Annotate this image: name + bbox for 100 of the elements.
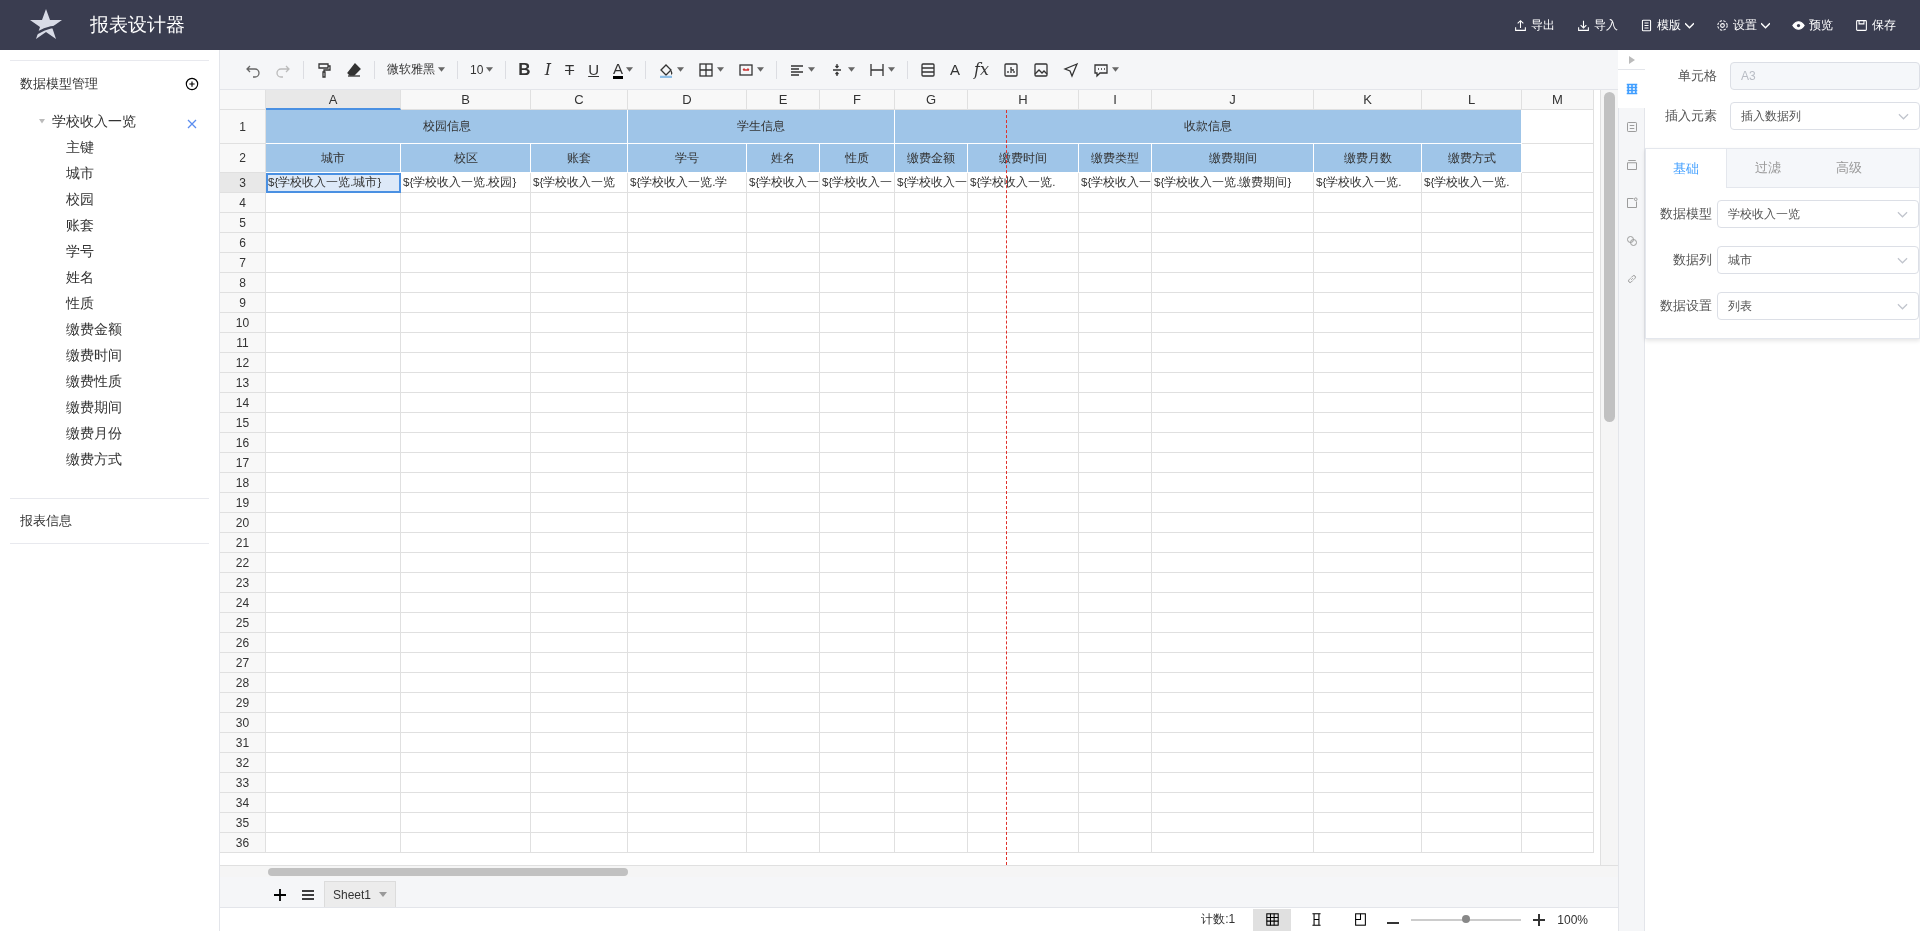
bold-button[interactable]: B: [513, 56, 536, 83]
zoom-in-button[interactable]: [1531, 911, 1548, 928]
row-header[interactable]: 27: [220, 653, 266, 673]
column-header[interactable]: K: [1314, 90, 1422, 110]
table-cell[interactable]: ${学校收入一览.城市}: [266, 173, 401, 193]
header-action-button[interactable]: 设置: [1716, 16, 1770, 34]
table-cell[interactable]: ${学校收入一览: [531, 173, 628, 193]
column-header[interactable]: I: [1079, 90, 1152, 110]
row-header[interactable]: 32: [220, 753, 266, 773]
font-family-select[interactable]: 微软雅黑: [382, 56, 450, 83]
row-header[interactable]: 23: [220, 573, 266, 593]
row-header[interactable]: 15: [220, 413, 266, 433]
table-cell[interactable]: ${学校收入一览.: [1422, 173, 1522, 193]
column-header[interactable]: E: [747, 90, 820, 110]
scrollbar-thumb[interactable]: [1604, 92, 1615, 422]
row-header[interactable]: 12: [220, 353, 266, 373]
row-header[interactable]: 3: [220, 173, 266, 193]
column-header[interactable]: M: [1522, 90, 1594, 110]
table-cell[interactable]: ${学校收入一览.: [1314, 173, 1422, 193]
remove-button[interactable]: [187, 117, 197, 127]
row-header[interactable]: 7: [220, 253, 266, 273]
dropdown-select[interactable]: 列表: [1717, 292, 1919, 320]
row-header[interactable]: 25: [220, 613, 266, 633]
row-header[interactable]: 24: [220, 593, 266, 613]
table-cell[interactable]: ${学校收入一览.缴费期间}: [1152, 173, 1314, 193]
element-select[interactable]: 插入数据列: [1730, 102, 1920, 130]
row-header[interactable]: 8: [220, 273, 266, 293]
row-header[interactable]: 5: [220, 213, 266, 233]
sheet-tab[interactable]: Sheet1: [324, 881, 397, 907]
tree-leaf[interactable]: 校园: [66, 191, 94, 207]
view-mode-button[interactable]: [1253, 908, 1292, 931]
tree-leaf[interactable]: 姓名: [66, 269, 94, 285]
header-action-button[interactable]: 导出: [1514, 16, 1555, 34]
tree-leaf[interactable]: 缴费月份: [66, 425, 122, 441]
row-header[interactable]: 14: [220, 393, 266, 413]
table-cell[interactable]: ${学校收入一: [820, 173, 895, 193]
tree-leaf[interactable]: 缴费金额: [66, 321, 122, 337]
row-header[interactable]: 35: [220, 813, 266, 833]
row-header[interactable]: 16: [220, 433, 266, 453]
row-header[interactable]: 2: [220, 144, 266, 173]
column-header[interactable]: G: [895, 90, 968, 110]
collapse-button[interactable]: [1618, 50, 1645, 70]
horizontal-scrollbar[interactable]: [220, 865, 1618, 877]
row-header[interactable]: 1: [220, 110, 266, 144]
formula-button[interactable]: fx: [969, 56, 994, 83]
row-header[interactable]: 29: [220, 693, 266, 713]
row-header[interactable]: 17: [220, 453, 266, 473]
column-header[interactable]: C: [531, 90, 628, 110]
table-cell[interactable]: ${学校收入一览.校园}: [401, 173, 531, 193]
header-action-button[interactable]: 保存: [1855, 16, 1896, 34]
row-header[interactable]: 22: [220, 553, 266, 573]
zoom-slider[interactable]: [1411, 918, 1522, 921]
column-header[interactable]: B: [401, 90, 531, 110]
font-size-select[interactable]: 10: [465, 56, 499, 83]
slider-thumb[interactable]: [1462, 914, 1471, 923]
font-color-button[interactable]: A: [608, 56, 638, 83]
header-action-button[interactable]: 预览: [1792, 16, 1833, 34]
row-header[interactable]: 13: [220, 373, 266, 393]
row-header[interactable]: 19: [220, 493, 266, 513]
row-header[interactable]: 30: [220, 713, 266, 733]
column-header[interactable]: A: [266, 90, 401, 110]
italic-button[interactable]: I: [539, 56, 556, 83]
tree-leaf[interactable]: 城市: [66, 165, 94, 181]
row-header[interactable]: 10: [220, 313, 266, 333]
tree-leaf[interactable]: 缴费性质: [66, 373, 122, 389]
row-header[interactable]: 28: [220, 673, 266, 693]
column-header[interactable]: F: [820, 90, 895, 110]
tree-leaf[interactable]: 缴费方式: [66, 451, 122, 467]
row-header[interactable]: 34: [220, 793, 266, 813]
row-header[interactable]: 21: [220, 533, 266, 553]
section-title[interactable]: 报表信息: [20, 512, 72, 530]
header-action-button[interactable]: 导入: [1577, 16, 1618, 34]
add-model-button[interactable]: [185, 76, 199, 91]
font-button[interactable]: A: [945, 56, 965, 83]
row-header[interactable]: 9: [220, 293, 266, 313]
header-action-button[interactable]: 模版: [1640, 16, 1694, 34]
side-tab[interactable]: [1618, 70, 1645, 108]
row-header[interactable]: 33: [220, 773, 266, 793]
column-header[interactable]: J: [1152, 90, 1314, 110]
row-header[interactable]: 26: [220, 633, 266, 653]
scrollbar-thumb[interactable]: [268, 868, 628, 876]
tree-node[interactable]: 学校收入一览: [52, 113, 136, 131]
table-cell[interactable]: ${学校收入一览.学: [628, 173, 747, 193]
row-header[interactable]: 20: [220, 513, 266, 533]
dropdown-select[interactable]: 城市: [1717, 246, 1919, 274]
vertical-scrollbar[interactable]: [1600, 90, 1618, 865]
tree-leaf[interactable]: 性质: [66, 295, 94, 311]
row-header[interactable]: 31: [220, 733, 266, 753]
tree-leaf[interactable]: 主键: [66, 139, 94, 155]
row-header[interactable]: 11: [220, 333, 266, 353]
tree-leaf[interactable]: 学号: [66, 243, 94, 259]
row-header[interactable]: 4: [220, 193, 266, 213]
table-cell[interactable]: ${学校收入一览.: [968, 173, 1079, 193]
column-header[interactable]: H: [968, 90, 1079, 110]
tree-leaf[interactable]: 缴费期间: [66, 399, 122, 415]
table-cell[interactable]: ${学校收入一: [895, 173, 968, 193]
dropdown-select[interactable]: 学校收入一览: [1717, 200, 1919, 228]
column-header[interactable]: D: [628, 90, 747, 110]
row-header[interactable]: 18: [220, 473, 266, 493]
column-header[interactable]: L: [1422, 90, 1522, 110]
